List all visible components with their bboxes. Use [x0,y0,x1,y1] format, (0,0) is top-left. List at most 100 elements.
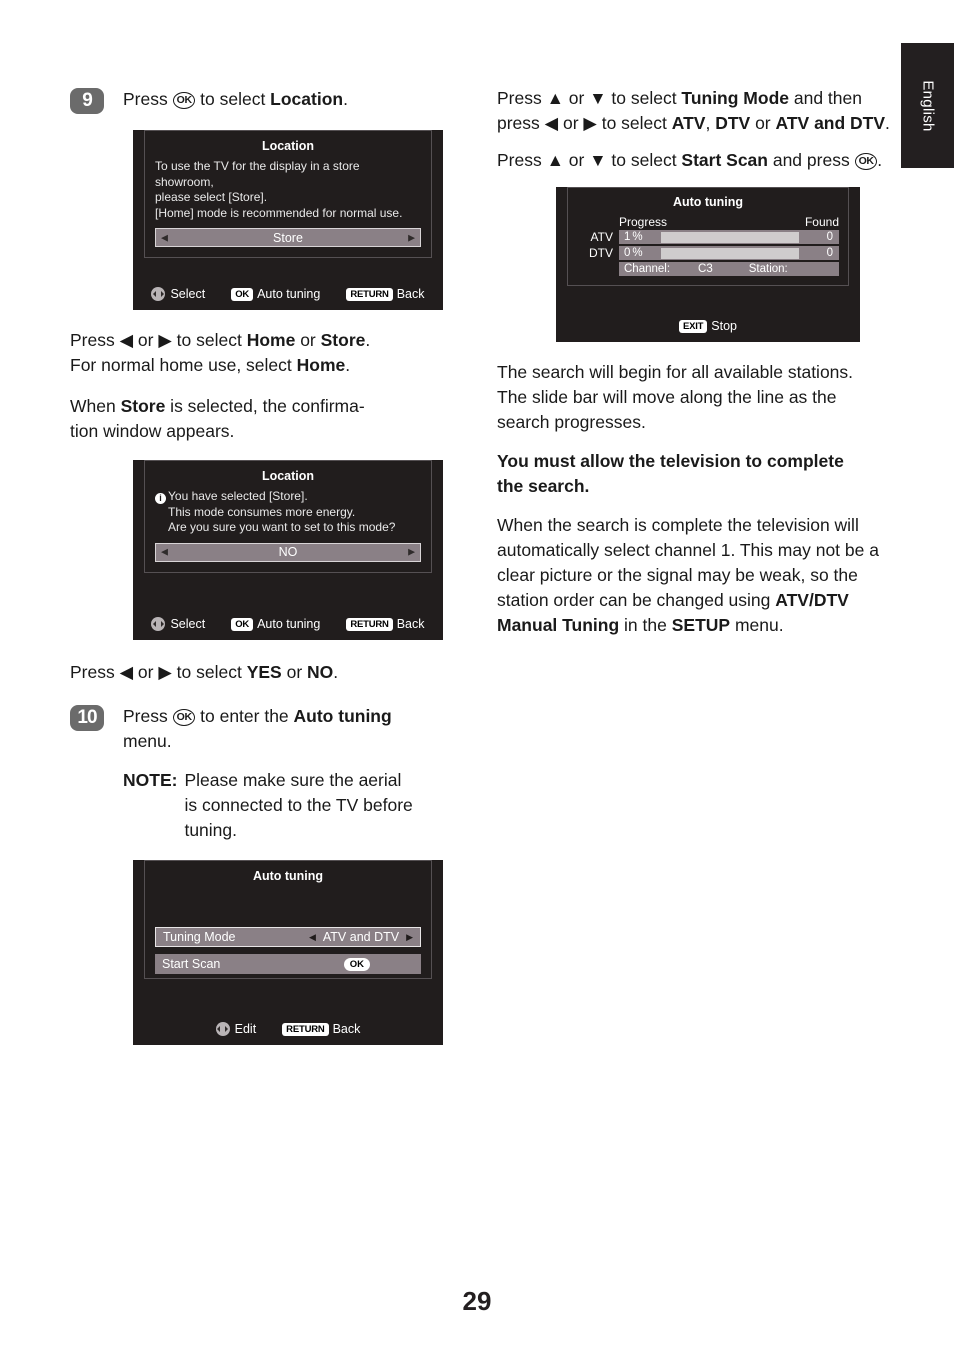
exit-keycap-icon: EXIT [678,319,708,333]
osd-progress-channel-label: Channel: [624,263,671,275]
osd-location-confirm-line1-text: You have selected [Store]. [168,489,308,503]
menu-row-tuning-mode-value-group[interactable]: ◀ ATV and DTV ▶ [309,930,413,944]
osd-panel-auto-tuning-menu: Auto tuning Tuning Mode ◀ ATV and DTV ▶ … [133,860,443,1045]
osd-progress-header: Progress Found [577,215,839,229]
para-home-store-store: Store [320,330,366,350]
para-home-or-store: Press ◀ or ▶ to select Home or Store. Fo… [70,328,470,378]
info-icon: i [155,493,166,504]
left-column: 9 Press OK to select Location. Location … [70,86,470,1045]
para-search-l3: search progresses. [497,412,646,432]
osd-progress-row-dtv-track [661,247,799,259]
chevron-right-icon[interactable]: ▶ [408,232,415,243]
osd-auto-menu-footer: Edit RETURN Back [133,1022,443,1036]
chevron-left-icon[interactable]: ◀ [161,547,168,558]
chevron-left-icon[interactable]: ◀ [161,232,168,243]
step-9-period: . [343,89,348,109]
para-tm-atv-and-dtv: ATV and DTV [775,113,886,133]
ok-keycap-icon: OK [231,617,254,631]
para-must-allow-l2: the search. [497,476,590,496]
page-number: 29 [462,1286,492,1316]
chevron-right-icon[interactable]: ▶ [408,547,415,558]
step-10-target: Auto tuning [293,706,392,726]
osd-progress-row-atv-label: ATV [590,230,613,244]
step-10-text: Press OK to enter the Auto tuning menu. [123,703,392,754]
note-line2: is connected to the TV before [184,795,413,815]
step-9: 9 Press OK to select Location. [70,86,470,114]
osd-progress-row-dtv-label: DTV [589,246,613,260]
hint-edit: Edit [215,1022,257,1036]
para-tm-tuning-mode: Tuning Mode [681,88,789,108]
para-home-store-home: Home [246,330,296,350]
ok-button-icon: OK [172,91,196,109]
hint-back-label: Back [396,617,425,631]
hint-auto-tuning-label: Auto tuning [257,617,321,631]
para-tm-a: Press ▲ or ▼ to select [497,88,682,108]
para-confirm-a: When [70,396,121,416]
menu-row-tuning-mode-value: ATV and DTV [322,930,400,944]
osd-progress-row-dtv-percent: 0% [619,247,661,259]
language-tab-label: English [919,79,936,132]
menu-gap [155,947,421,954]
para-confirm-store: Store [120,396,166,416]
chevron-left-icon[interactable]: ◀ [309,932,316,943]
menu-row-tuning-mode[interactable]: Tuning Mode ◀ ATV and DTV ▶ [155,927,421,947]
para-confirm-c: is selected, the confirma- [165,396,365,416]
osd-progress-station-label: Station: [748,263,788,275]
menu-row-start-scan-label: Start Scan [162,957,221,971]
osd-progress-channel-row: Channel: C3 Station: [619,262,839,276]
osd-auto-menu-box: Auto tuning Tuning Mode ◀ ATV and DTV ▶ … [144,860,432,979]
osd-progress-row-atv-found: 0 [826,231,833,243]
note-block: NOTE: Please make sure the aerial is con… [123,768,470,843]
para-ss-d: . [877,150,883,170]
para-select-start-scan: Press ▲ or ▼ to select Start Scan and pr… [497,148,892,173]
para-select-tuning-mode: Press ▲ or ▼ to select Tuning Mode and t… [497,86,892,136]
note-line3: tuning. [184,820,237,840]
para-must-allow: You must allow the television to complet… [497,449,892,499]
para-home-store-a: Press ◀ or ▶ to select [70,330,247,350]
step-10-text-after: to enter the [195,706,294,726]
return-keycap-icon: RETURN [346,617,393,631]
hint-back-label: Back [396,287,425,301]
para-tm-g: or [750,113,776,133]
osd-location-confirm-footer: Select OK Auto tuning RETURN Back [133,617,443,631]
step-10-text-before: Press [123,706,173,726]
para-tm-i: . [885,113,890,133]
osd-location-select-title: Location [261,139,315,153]
step-9-text-after: to select [195,89,271,109]
osd-location-select-line2: please select [Store]. [155,190,268,204]
step-9-text: Press OK to select Location. [123,86,348,112]
osd-panel-auto-tuning-progress: Auto tuning Progress Found ATV 1% 0 DTV … [556,187,860,342]
hint-stop-label: Stop [711,319,738,333]
step-9-target: Location [270,89,344,109]
osd-location-confirm-box: Location i You have selected [Store]. Thi… [144,460,432,573]
menu-row-start-scan[interactable]: Start Scan OK [155,954,421,974]
hint-select-label: Select [170,617,206,631]
language-tab: English [901,43,954,168]
step-10-line2: menu. [123,731,172,751]
note-body: Please make sure the aerial is connected… [184,768,412,843]
ok-keycap-icon[interactable]: OK [343,957,370,971]
osd-location-value-selector[interactable]: ◀ Store ▶ [155,228,421,247]
osd-progress-box: Auto tuning Progress Found ATV 1% 0 DTV … [567,187,849,286]
osd-progress-row-dtv-bar: 0% 0 [619,246,839,260]
osd-auto-menu-title: Auto tuning [252,869,324,883]
para-yesno-or: or [281,662,308,682]
step-9-badge: 9 [70,88,104,114]
para-confirm-d: tion window appears. [70,421,235,441]
chevron-right-icon[interactable]: ▶ [406,932,413,943]
para-ss-c: and press [767,150,855,170]
ok-keycap-icon: OK [231,287,254,301]
para-tm-dtv: DTV [715,113,751,133]
osd-confirm-value-selector[interactable]: ◀ NO ▶ [155,542,421,562]
dpad-icon [151,617,166,631]
osd-location-value: Store [273,230,303,245]
step-9-text-before: Press [123,89,173,109]
osd-location-confirm-line3: Are you sure you want to set to this mod… [168,520,396,534]
para-tm-e: , [705,113,716,133]
hint-auto-tuning: OK Auto tuning [231,287,320,301]
para-search-l2: The slide bar will move along the line a… [497,387,837,407]
para-yesno-no: NO [307,662,334,682]
hint-edit-label: Edit [234,1022,257,1036]
osd-progress-title: Auto tuning [672,195,744,209]
para-confirmation-window: When Store is selected, the confirma- ti… [70,394,470,444]
